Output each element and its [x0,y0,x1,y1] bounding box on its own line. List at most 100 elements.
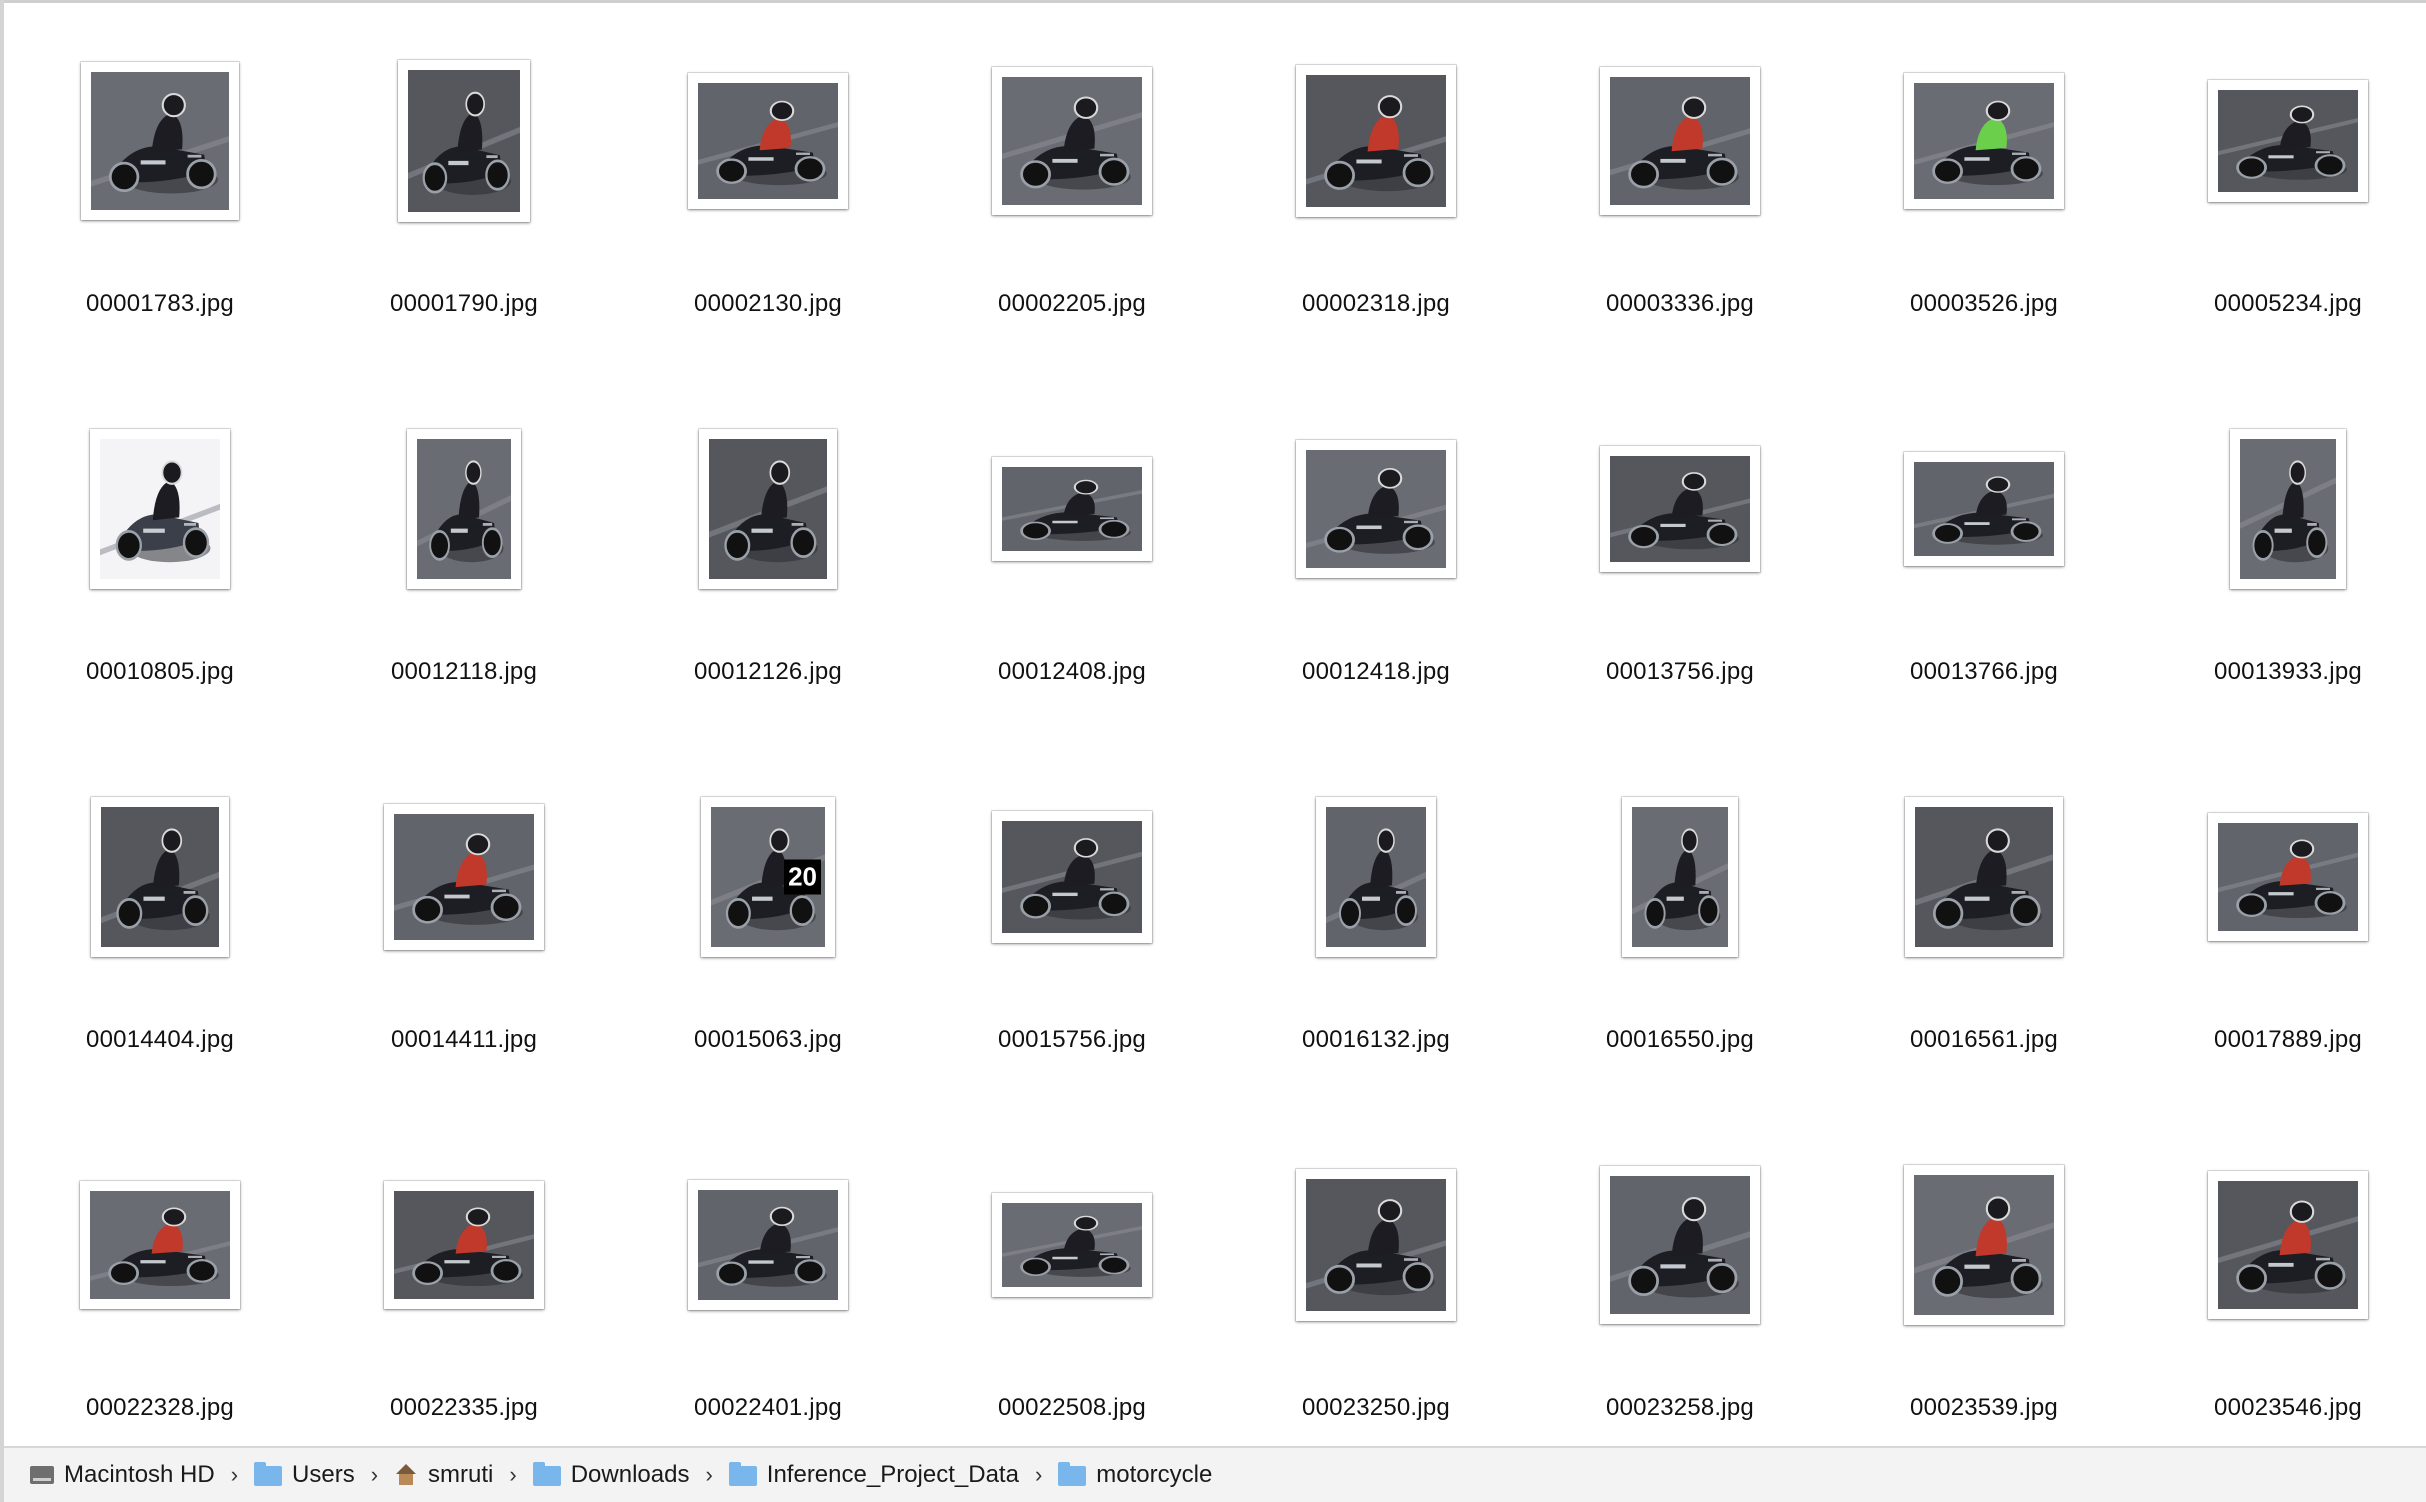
file-item[interactable]: 00002205.jpg [920,6,1224,374]
file-name-label[interactable]: 00003336.jpg [1528,290,1832,318]
file-item[interactable]: 00023250.jpg [1224,1110,1528,1478]
file-item[interactable]: 00016550.jpg [1528,742,1832,1110]
file-item[interactable]: 00023539.jpg [1832,1110,2136,1478]
file-item[interactable]: 00022328.jpg [8,1110,312,1478]
file-item[interactable]: 00023258.jpg [1528,1110,1832,1478]
thumbnail-frame[interactable] [1316,797,1436,957]
file-name-label[interactable]: 00017889.jpg [2136,1026,2426,1054]
thumbnail-frame[interactable] [1296,440,1456,578]
file-name-label[interactable]: 00013933.jpg [2136,658,2426,686]
breadcrumb-item[interactable]: motorcycle [1058,1461,1212,1489]
thumbnail-frame[interactable] [699,429,837,589]
thumbnail-frame[interactable] [1622,797,1738,957]
file-name-label[interactable]: 00012126.jpg [616,658,920,686]
file-item[interactable]: 00002130.jpg [616,6,920,374]
file-name-label[interactable]: 00012418.jpg [1224,658,1528,686]
file-name-label[interactable]: 00014411.jpg [312,1026,616,1054]
file-name-label[interactable]: 00003526.jpg [1832,290,2136,318]
breadcrumb-item[interactable]: Downloads [532,1461,689,1489]
file-name-label[interactable]: 00023539.jpg [1832,1394,2136,1422]
file-item[interactable]: 00012126.jpg [616,374,920,742]
file-item[interactable]: 00012408.jpg [920,374,1224,742]
file-item[interactable]: 00005234.jpg [2136,6,2426,374]
thumbnail-frame[interactable] [2208,80,2368,202]
file-name-label[interactable]: 00023546.jpg [2136,1394,2426,1422]
file-name-label[interactable]: 00012408.jpg [920,658,1224,686]
file-item[interactable]: 00014411.jpg [312,742,616,1110]
thumbnail-frame[interactable] [1600,1166,1760,1324]
file-name-label[interactable]: 00022335.jpg [312,1394,616,1422]
thumbnail-frame[interactable] [407,429,521,589]
file-name-label[interactable]: 00013766.jpg [1832,658,2136,686]
thumbnail-frame[interactable] [2208,813,2368,941]
breadcrumb-item[interactable]: smruti [394,1461,493,1489]
file-name-label[interactable]: 00002318.jpg [1224,290,1528,318]
thumbnail-frame[interactable] [1904,73,2064,209]
file-item[interactable]: 00003336.jpg [1528,6,1832,374]
file-name-label[interactable]: 00012118.jpg [312,658,616,686]
file-item[interactable]: 00014404.jpg [8,742,312,1110]
file-item[interactable]: 00022335.jpg [312,1110,616,1478]
file-name-label[interactable]: 00022508.jpg [920,1394,1224,1422]
thumbnail-frame[interactable] [1905,797,2063,957]
thumbnail-frame[interactable] [2208,1171,2368,1319]
thumbnail-frame[interactable] [1600,67,1760,215]
file-item[interactable]: 00002318.jpg [1224,6,1528,374]
thumbnail-frame[interactable] [992,811,1152,943]
file-item[interactable]: 00013766.jpg [1832,374,2136,742]
breadcrumb-item[interactable]: Inference_Project_Data [728,1461,1019,1489]
file-item[interactable]: 00001790.jpg [312,6,616,374]
file-item[interactable]: 00003526.jpg [1832,6,2136,374]
thumbnail-frame[interactable]: 20 [701,797,835,957]
file-item[interactable]: 00016132.jpg [1224,742,1528,1110]
thumbnail-frame[interactable] [1600,446,1760,572]
file-name-label[interactable]: 00023250.jpg [1224,1394,1528,1422]
thumbnail-frame[interactable] [384,1181,544,1309]
file-item[interactable]: 20 00015063.jpg [616,742,920,1110]
file-name-label[interactable]: 00001783.jpg [8,290,312,318]
thumbnail-frame[interactable] [81,62,239,220]
file-name-label[interactable]: 00022401.jpg [616,1394,920,1422]
file-item[interactable]: 00013933.jpg [2136,374,2426,742]
thumbnail-frame[interactable] [1904,1165,2064,1325]
file-name-label[interactable]: 00015063.jpg [616,1026,920,1054]
file-name-label[interactable]: 00023258.jpg [1528,1394,1832,1422]
file-item[interactable]: 00010805.jpg [8,374,312,742]
thumbnail-frame[interactable] [384,804,544,950]
breadcrumb-item[interactable]: Macintosh HD [30,1461,215,1489]
thumbnail-frame[interactable] [80,1181,240,1309]
file-name-label[interactable]: 00022328.jpg [8,1394,312,1422]
thumbnail-frame[interactable] [398,60,530,222]
file-name-label[interactable]: 00013756.jpg [1528,658,1832,686]
thumbnail-frame[interactable] [688,73,848,209]
file-item[interactable]: 00022508.jpg [920,1110,1224,1478]
file-name-label[interactable]: 00015756.jpg [920,1026,1224,1054]
thumbnail-frame[interactable] [992,1193,1152,1297]
file-name-label[interactable]: 00014404.jpg [8,1026,312,1054]
file-item[interactable]: 00012418.jpg [1224,374,1528,742]
file-item[interactable]: 00016561.jpg [1832,742,2136,1110]
file-item[interactable]: 00001783.jpg [8,6,312,374]
thumbnail-frame[interactable] [992,67,1152,215]
thumbnail-frame[interactable] [1296,1169,1456,1321]
file-item[interactable]: 00012118.jpg [312,374,616,742]
file-name-label[interactable]: 00002205.jpg [920,290,1224,318]
file-name-label[interactable]: 00016550.jpg [1528,1026,1832,1054]
file-name-label[interactable]: 00005234.jpg [2136,290,2426,318]
thumbnail-frame[interactable] [1904,452,2064,566]
file-item[interactable]: 00022401.jpg [616,1110,920,1478]
file-name-label[interactable]: 00001790.jpg [312,290,616,318]
thumbnail-frame[interactable] [1296,65,1456,217]
thumbnail-frame[interactable] [2230,429,2346,589]
file-item[interactable]: 00023546.jpg [2136,1110,2426,1478]
thumbnail-frame[interactable] [91,797,229,957]
file-name-label[interactable]: 00016561.jpg [1832,1026,2136,1054]
file-item[interactable]: 00013756.jpg [1528,374,1832,742]
breadcrumb-item[interactable]: Users [254,1461,355,1489]
file-name-label[interactable]: 00010805.jpg [8,658,312,686]
thumbnail-frame[interactable] [688,1180,848,1310]
thumbnail-frame[interactable] [90,429,230,589]
file-name-label[interactable]: 00002130.jpg [616,290,920,318]
file-item[interactable]: 00017889.jpg [2136,742,2426,1110]
file-item[interactable]: 00015756.jpg [920,742,1224,1110]
